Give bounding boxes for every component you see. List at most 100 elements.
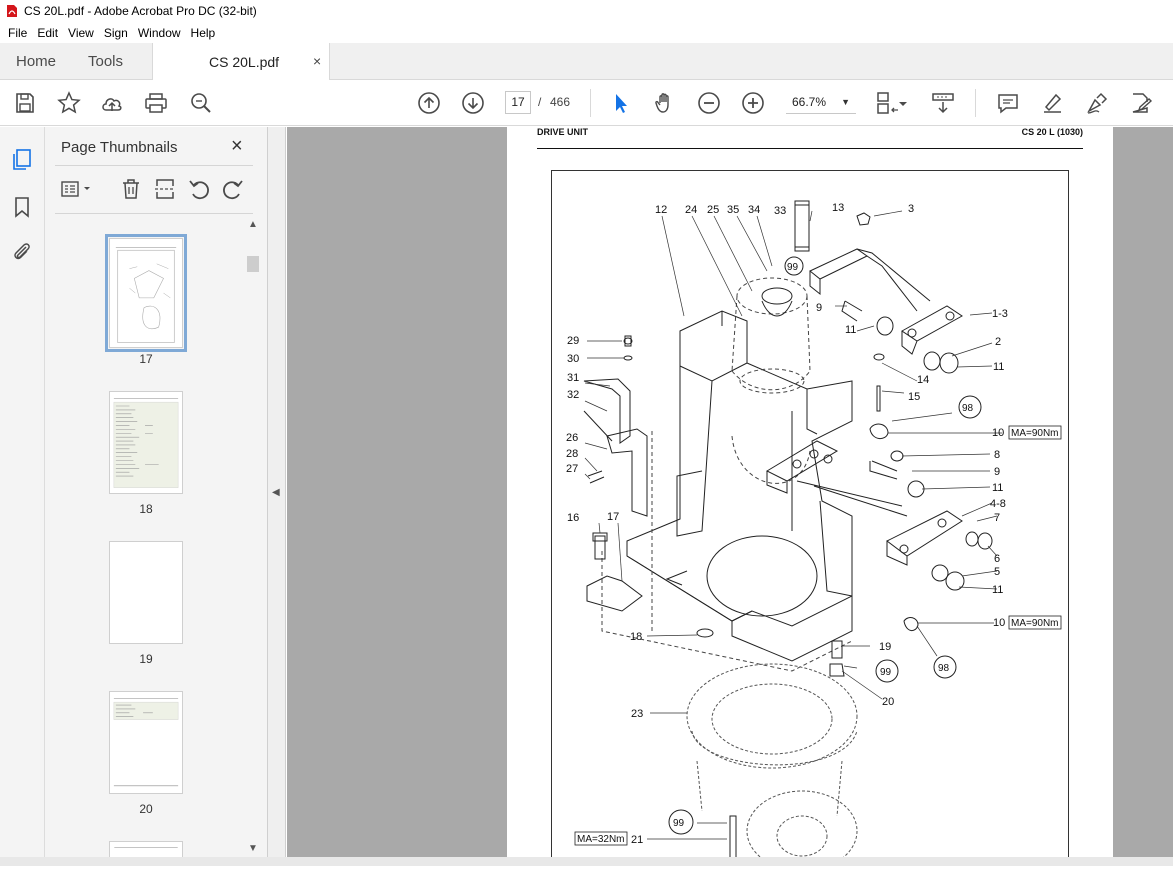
thumbnail-scrollbar[interactable]: ▲ ▼: [245, 219, 261, 859]
cloud-upload-icon[interactable]: [100, 91, 124, 115]
callout-numbers: 12 24 25 35 34 33 13 3 99 9 11 1-3 2 11 …: [566, 202, 1008, 846]
callout-7: 7: [994, 512, 1000, 524]
tab-tools[interactable]: Tools: [88, 53, 123, 70]
tab-bar: Home Tools CS 20L.pdf ×: [0, 43, 1173, 80]
delete-page-icon[interactable]: [119, 177, 143, 201]
scroll-up-icon[interactable]: ▲: [248, 219, 258, 230]
comment-icon[interactable]: [996, 91, 1020, 115]
callout-8: 8: [994, 449, 1000, 461]
page-thumbnail-18[interactable]: [109, 391, 183, 494]
navigation-rail: [0, 127, 45, 866]
layout-dropdown-icon[interactable]: [897, 91, 909, 115]
close-panel-icon[interactable]: ×: [231, 135, 243, 158]
hand-tool-icon[interactable]: [653, 91, 677, 115]
torque-label: MA=90Nm: [1011, 618, 1059, 629]
scroll-down-icon[interactable]: ▼: [248, 843, 258, 854]
select-pointer-icon[interactable]: [609, 91, 633, 115]
extract-page-icon[interactable]: [153, 177, 177, 201]
menu-help[interactable]: Help: [187, 26, 220, 40]
callout-5: 5: [994, 566, 1000, 578]
page-layout-icon[interactable]: [875, 91, 899, 115]
pdf-page: DRIVE UNIT CS 20 L (1030) 12 24 25 35 34…: [507, 127, 1113, 866]
title-bar: CS 20L.pdf - Adobe Acrobat Pro DC (32-bi…: [0, 0, 1173, 22]
callout-15: 15: [908, 391, 920, 403]
highlight-pen-icon[interactable]: [1040, 91, 1064, 115]
close-tab-icon[interactable]: ×: [313, 53, 321, 69]
page-thumbnail-17[interactable]: [105, 234, 187, 352]
tab-document[interactable]: CS 20L.pdf ×: [152, 43, 330, 80]
callout-16: 16: [567, 512, 579, 524]
panel-title: Page Thumbnails: [61, 139, 178, 156]
callout-98: 98: [938, 663, 950, 674]
attachment-paperclip-icon[interactable]: [10, 240, 34, 264]
thumbnail-label: 18: [139, 502, 153, 516]
panel-splitter[interactable]: ◀: [268, 127, 286, 866]
callout-2: 2: [995, 336, 1001, 348]
collapse-panel-icon[interactable]: ◀: [272, 487, 280, 498]
chevron-down-icon: ▼: [841, 97, 850, 107]
edit-pdf-icon[interactable]: [1129, 91, 1153, 115]
rotate-clockwise-icon[interactable]: [221, 177, 245, 201]
callout-29: 29: [567, 335, 579, 347]
torque-label: MA=90Nm: [1011, 428, 1059, 439]
page-thumbnails-icon[interactable]: [10, 147, 34, 171]
sign-pen-icon[interactable]: [1085, 91, 1109, 115]
menu-window[interactable]: Window: [134, 26, 185, 40]
print-icon[interactable]: [144, 91, 168, 115]
menu-view[interactable]: View: [64, 26, 98, 40]
callout-9: 9: [816, 302, 822, 314]
callout-11: 11: [992, 584, 1003, 596]
page-header-left: DRIVE UNIT: [537, 127, 589, 137]
page-total: 466: [550, 95, 571, 109]
zoom-in-icon[interactable]: [741, 91, 765, 115]
page-thumbnail-19[interactable]: [109, 541, 183, 644]
callout-11: 11: [845, 324, 856, 336]
callout-19: 19: [879, 641, 891, 653]
document-view[interactable]: DRIVE UNIT CS 20 L (1030) 12 24 25 35 34…: [287, 127, 1173, 866]
tab-home[interactable]: Home: [16, 53, 56, 70]
torque-labels: MA=90Nm MA=90Nm MA=32Nm: [574, 425, 1062, 846]
rotate-counterclockwise-icon[interactable]: [187, 177, 211, 201]
drive-unit-drawing: 12 24 25 35 34 33 13 3 99 9 11 1-3 2 11 …: [566, 200, 1062, 866]
save-icon[interactable]: [13, 91, 37, 115]
thumbnail-drawing: [115, 246, 177, 343]
menu-file[interactable]: File: [4, 26, 31, 40]
header-rule: [537, 148, 1083, 149]
callout-3: 3: [908, 203, 914, 215]
page-number-input[interactable]: 17: [505, 91, 531, 114]
callout-26: 26: [566, 432, 578, 444]
divider: [55, 165, 253, 166]
zoom-out-icon[interactable]: [697, 91, 721, 115]
callout-11: 11: [993, 361, 1004, 373]
tab-document-label: CS 20L.pdf: [209, 54, 280, 70]
callout-10: 10: [992, 427, 1004, 439]
thumbnail-drawing: [113, 697, 179, 787]
menu-sign[interactable]: Sign: [100, 26, 132, 40]
scroll-mode-icon[interactable]: [931, 91, 955, 115]
scrollbar-thumb[interactable]: [247, 256, 259, 272]
bookmark-icon[interactable]: [10, 195, 34, 219]
callout-11: 11: [992, 482, 1003, 494]
callout-1-3: 1-3: [992, 308, 1008, 320]
acrobat-logo-icon: [7, 5, 17, 17]
callout-34: 34: [748, 204, 760, 216]
previous-page-icon[interactable]: [417, 91, 441, 115]
next-page-icon[interactable]: [461, 91, 485, 115]
zoom-search-icon[interactable]: [189, 91, 213, 115]
zoom-level-select[interactable]: 66.7% ▼: [786, 91, 856, 114]
page-thumbnail-20[interactable]: [109, 691, 183, 794]
callout-32: 32: [567, 389, 579, 401]
divider: [55, 213, 253, 214]
callout-30: 30: [567, 353, 579, 365]
menu-edit[interactable]: Edit: [33, 26, 62, 40]
callout-6: 6: [994, 553, 1000, 565]
callout-10: 10: [993, 617, 1005, 629]
callout-28: 28: [566, 448, 578, 460]
thumbnail-options-icon[interactable]: [59, 177, 95, 201]
callout-27: 27: [566, 463, 578, 475]
thumbnails-panel: Page Thumbnails × 17 18 19 20 ▲ ▼: [45, 127, 268, 866]
star-icon[interactable]: [57, 91, 81, 115]
horizontal-scrollbar[interactable]: [0, 857, 1173, 866]
menu-bar: File Edit View Sign Window Help: [0, 22, 1173, 43]
callout-21: 21: [631, 834, 643, 846]
